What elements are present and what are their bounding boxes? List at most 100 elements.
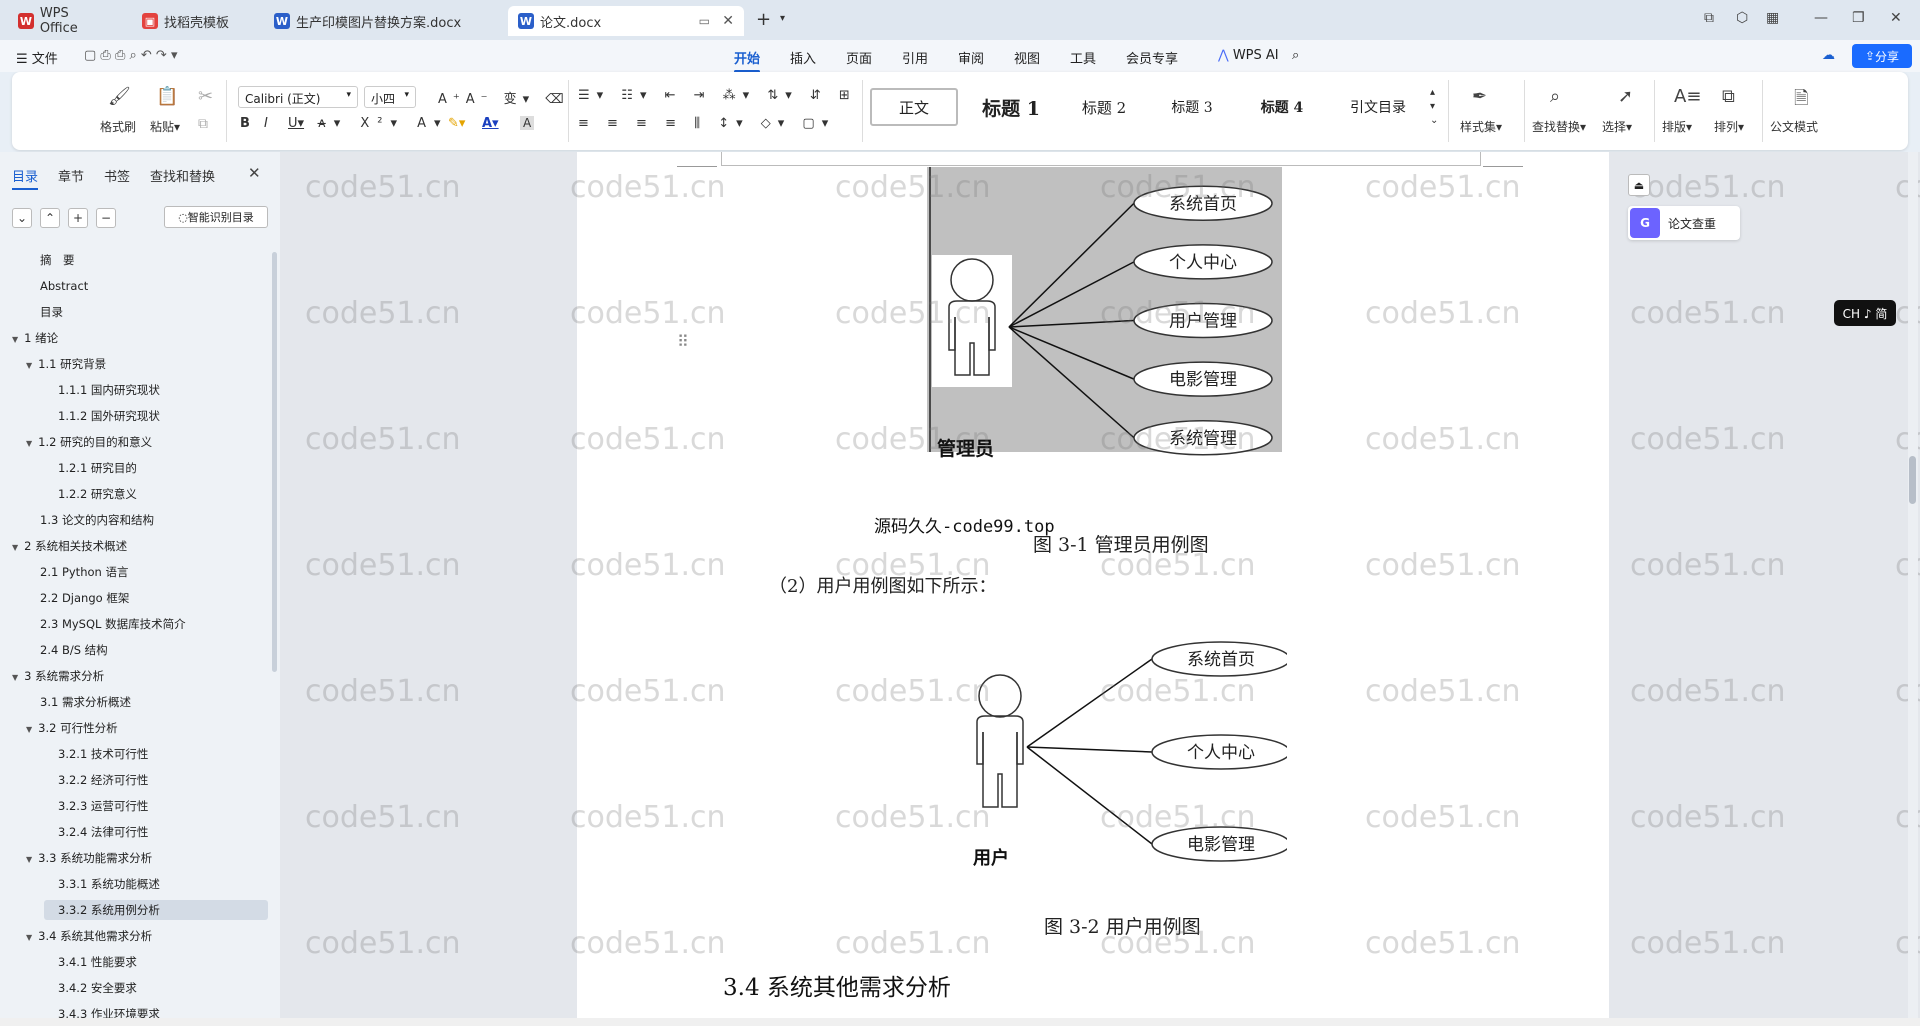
font-size-select[interactable]: 小四 ▾ xyxy=(364,86,416,108)
menu-item-view[interactable]: 视图 xyxy=(1014,48,1040,67)
menu-item-member[interactable]: 会员专享 xyxy=(1126,48,1178,67)
wps-ai-button[interactable]: ⋀ WPS AI xyxy=(1218,48,1279,63)
official-mode-button[interactable]: 公文模式 xyxy=(1770,118,1818,135)
style-toc[interactable]: 引文目录 xyxy=(1330,88,1426,126)
tab-wps-office[interactable]: W WPS Office xyxy=(8,6,120,36)
layout-button[interactable]: 排版▾ xyxy=(1662,118,1692,135)
toc-item[interactable]: 摘 要 xyxy=(40,250,75,270)
bold-icon[interactable]: B xyxy=(240,116,250,131)
style-heading-4[interactable]: 标题 4 xyxy=(1242,88,1322,126)
expand-triangle-icon[interactable]: ▼ xyxy=(26,855,32,864)
restore-icon[interactable]: ❐ xyxy=(1852,10,1865,26)
collapse-icon[interactable]: ⌄ xyxy=(12,208,32,228)
char-shading-icon[interactable]: A xyxy=(520,116,535,130)
quick-toolbar[interactable]: ▢ ⎙ ⎙ ⌕ ↶ ↷ ▾ xyxy=(84,48,177,63)
strike-super-icons[interactable]: ᴀ̶▾ X²▾ A▾ xyxy=(318,116,449,131)
toc-item[interactable]: 3.2.1 技术可行性 xyxy=(58,744,148,764)
smart-toc-button[interactable]: ◌ 智能识别目录 xyxy=(164,206,268,228)
doc-scrollbar-thumb[interactable] xyxy=(1909,456,1916,504)
close-icon[interactable]: ✕ xyxy=(248,164,261,182)
toc-item[interactable]: 2.4 B/S 结构 xyxy=(40,640,108,660)
cloud-icon[interactable]: ☁ xyxy=(1822,48,1835,63)
doc-scrollbar-track[interactable] xyxy=(1908,152,1918,1018)
toc-item[interactable]: ▼ 2 系统相关技术概述 xyxy=(12,536,127,556)
paste-label[interactable]: 粘贴▾ xyxy=(150,118,180,135)
chevron-down-icon[interactable]: ▾ xyxy=(780,13,785,24)
share-button[interactable]: ⇪ 分享 xyxy=(1852,44,1912,68)
avatar[interactable]: ▦ xyxy=(1766,10,1779,26)
ime-indicator[interactable]: CH ♪ 简 xyxy=(1834,300,1896,326)
paper-check-button[interactable]: G 论文查重 xyxy=(1628,206,1740,240)
format-brush-label[interactable]: 格式刷 xyxy=(100,118,136,135)
toc-item[interactable]: 1.2.2 研究意义 xyxy=(58,484,137,504)
new-tab-button[interactable]: + xyxy=(756,9,771,30)
italic-icon[interactable]: I xyxy=(264,116,268,131)
select-button[interactable]: 选择▾ xyxy=(1602,118,1632,135)
toc-item[interactable]: 3.2.3 运营可行性 xyxy=(58,796,148,816)
toc-item[interactable]: ▼ 1 绪论 xyxy=(12,328,58,348)
tab-docer[interactable]: ▣ 找稻壳模板 xyxy=(132,6,258,36)
drag-handle-icon[interactable]: ⠿ xyxy=(677,332,689,351)
close-window-icon[interactable]: ✕ xyxy=(1890,10,1902,26)
menu-item-tools[interactable]: 工具 xyxy=(1070,48,1096,67)
toc-item[interactable]: 1.3 论文的内容和结构 xyxy=(40,510,154,530)
expand-triangle-icon[interactable]: ▼ xyxy=(26,725,32,734)
toc-item[interactable]: Abstract xyxy=(40,276,88,296)
list-icons[interactable]: ☰▾ ☷▾ ⇤ ⇥ ⁂▾ ⇅▾ ⇵ ⊞ xyxy=(578,88,857,103)
official-doc-icon[interactable]: 🗎 xyxy=(1794,86,1808,116)
toc-item[interactable]: 3.4.1 性能要求 xyxy=(58,952,137,972)
toc-item[interactable]: 3.4.3 作业环境要求 xyxy=(58,1004,160,1018)
font-color-icon[interactable]: A▾ xyxy=(482,116,499,131)
toc-item[interactable]: 目录 xyxy=(40,302,63,322)
paste-icon[interactable]: 📋 xyxy=(156,86,178,107)
expand-triangle-icon[interactable]: ▼ xyxy=(26,933,32,942)
toc-item[interactable]: 2.3 MySQL 数据库技术简介 xyxy=(40,614,186,634)
expand-triangle-icon[interactable]: ▼ xyxy=(26,361,32,370)
layout-text-icon[interactable]: A≡ xyxy=(1674,86,1701,107)
font-grow-shrink-icons[interactable]: A⁺A⁻ 变▾ ⌫ xyxy=(438,88,570,107)
window-icon[interactable]: ▭ xyxy=(699,14,710,28)
toc-item[interactable]: ▼ 1.1 研究背景 xyxy=(26,354,106,374)
arrange-icon[interactable]: ⧉ xyxy=(1722,86,1735,107)
toc-item[interactable]: 3.3.1 系统功能概述 xyxy=(58,874,160,894)
toc-item[interactable]: 1.1.2 国外研究现状 xyxy=(58,406,160,426)
copy-icon[interactable]: ⧉ xyxy=(198,116,208,132)
style-scroll-icon[interactable]: ▴ ▾ ⌄ xyxy=(1430,86,1438,128)
align-icons[interactable]: ≡ ≡ ≡ ≡ ⫼ ↕▾ ◇▾ ▢▾ xyxy=(578,116,835,131)
find-icon[interactable]: ⌕ xyxy=(1550,86,1560,107)
toc-item[interactable]: 1.1.1 国内研究现状 xyxy=(58,380,160,400)
close-tab-icon[interactable]: ✕ xyxy=(722,13,734,29)
tab-chapter[interactable]: 章节 xyxy=(58,166,84,185)
tab-toc[interactable]: 目录 xyxy=(12,166,39,190)
toc-item[interactable]: ▼ 3 系统需求分析 xyxy=(12,666,104,686)
toc-item[interactable]: 3.2.2 经济可行性 xyxy=(58,770,148,790)
menu-item-review[interactable]: 审阅 xyxy=(958,48,984,67)
style-heading-3[interactable]: 标题 3 xyxy=(1152,88,1232,126)
toc-item[interactable]: ▼ 1.2 研究的目的和意义 xyxy=(26,432,152,452)
menu-item-page[interactable]: 页面 xyxy=(846,48,872,67)
tab-doc-1[interactable]: W 生产印模图片替换方案.docx xyxy=(264,6,504,36)
expand-triangle-icon[interactable]: ▼ xyxy=(12,543,18,552)
toc-item[interactable]: ▼ 3.3 系统功能需求分析 xyxy=(26,848,152,868)
minimize-icon[interactable]: — xyxy=(1814,10,1828,26)
toc-item[interactable]: ▼ 3.2 可行性分析 xyxy=(26,718,118,738)
format-brush-icon[interactable]: 🖌 xyxy=(108,86,131,107)
highlight-icon[interactable]: ✎▾ xyxy=(448,116,465,131)
file-menu[interactable]: ☰ 文件 xyxy=(16,48,58,67)
search-icon[interactable]: ⌕ xyxy=(1292,48,1299,63)
toc-item[interactable]: 3.1 需求分析概述 xyxy=(40,692,131,712)
expand-triangle-icon[interactable]: ▼ xyxy=(12,673,18,682)
remove-icon[interactable]: − xyxy=(96,208,116,228)
arrange-button[interactable]: 排列▾ xyxy=(1714,118,1744,135)
tab-doc-active[interactable]: W 论文.docx ▭ ✕ xyxy=(508,6,744,36)
find-replace-button[interactable]: 查找替换▾ xyxy=(1532,118,1586,135)
style-heading-2[interactable]: 标题 2 xyxy=(1064,88,1144,126)
style-set-icon[interactable]: ✒ xyxy=(1472,86,1487,107)
tab-bookmark[interactable]: 书签 xyxy=(104,166,130,185)
tab-find-replace[interactable]: 查找和替换 xyxy=(150,166,215,185)
toc-item[interactable]: 2.2 Django 框架 xyxy=(40,588,129,608)
toc-item[interactable]: 3.4.2 安全要求 xyxy=(58,978,137,998)
layout-icon[interactable]: ⧉ xyxy=(1704,10,1714,26)
scrollbar[interactable] xyxy=(272,252,277,672)
toc-item[interactable]: ▼ 3.4 系统其他需求分析 xyxy=(26,926,152,946)
